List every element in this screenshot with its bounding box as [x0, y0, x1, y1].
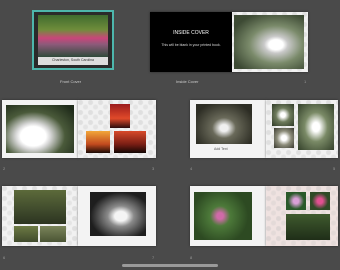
page-6[interactable]	[2, 186, 78, 246]
sunset-photo-right	[114, 131, 146, 153]
swans-photo	[90, 192, 146, 236]
egret-photo-top	[272, 104, 294, 126]
page-number-4: 4	[190, 166, 193, 171]
swan-photo	[6, 105, 74, 153]
sunset-photo-top	[110, 104, 130, 128]
page-1[interactable]	[232, 12, 308, 72]
front-cover-label: Front Cover	[60, 79, 82, 84]
page-number-5: 5	[333, 166, 336, 171]
page-number-1: 1	[304, 79, 307, 84]
page-number-8: 8	[190, 255, 193, 260]
page-number-7: 7	[152, 255, 155, 260]
page-8[interactable]	[190, 186, 266, 246]
heron-photo	[234, 15, 304, 69]
geese-photo-bottom-left	[14, 226, 38, 242]
geese-photo-bottom-right	[40, 226, 66, 242]
egret-photo-middle	[274, 128, 294, 148]
water-lily-photo-top-right	[310, 192, 330, 210]
page-5[interactable]	[266, 100, 338, 158]
water-lily-photo-top-left	[286, 192, 306, 210]
lily-pond-photo	[194, 192, 252, 240]
page-7[interactable]	[78, 186, 156, 246]
sunset-photo-left	[86, 131, 110, 153]
front-cover-caption: Charleston, South Carolina	[51, 58, 95, 62]
inside-cover-label: Inside Cover	[176, 79, 199, 84]
page-number-2: 2	[3, 166, 6, 171]
page-number-6: 6	[3, 255, 6, 260]
front-cover-photo	[38, 15, 108, 57]
page-9[interactable]	[266, 186, 338, 246]
inside-cover-subtitle: This will be blank in your printed book.	[161, 43, 221, 47]
inside-cover-title: INSIDE COVER	[173, 30, 209, 36]
home-indicator[interactable]	[122, 264, 218, 267]
water-lily-photo-bottom	[286, 214, 330, 240]
page-4-caption: Add Text	[214, 147, 228, 151]
egret-group-photo	[196, 104, 252, 144]
egret-photo-large	[298, 104, 334, 150]
page-number-3: 3	[152, 166, 155, 171]
geese-photo-top	[14, 190, 66, 224]
inside-cover-page[interactable]: INSIDE COVER This will be blank in your …	[150, 12, 232, 72]
page-2[interactable]	[2, 100, 78, 158]
page-3[interactable]	[78, 100, 156, 158]
front-cover-thumbnail[interactable]: Charleston, South Carolina	[32, 10, 114, 70]
page-4[interactable]: Add Text	[190, 100, 266, 158]
